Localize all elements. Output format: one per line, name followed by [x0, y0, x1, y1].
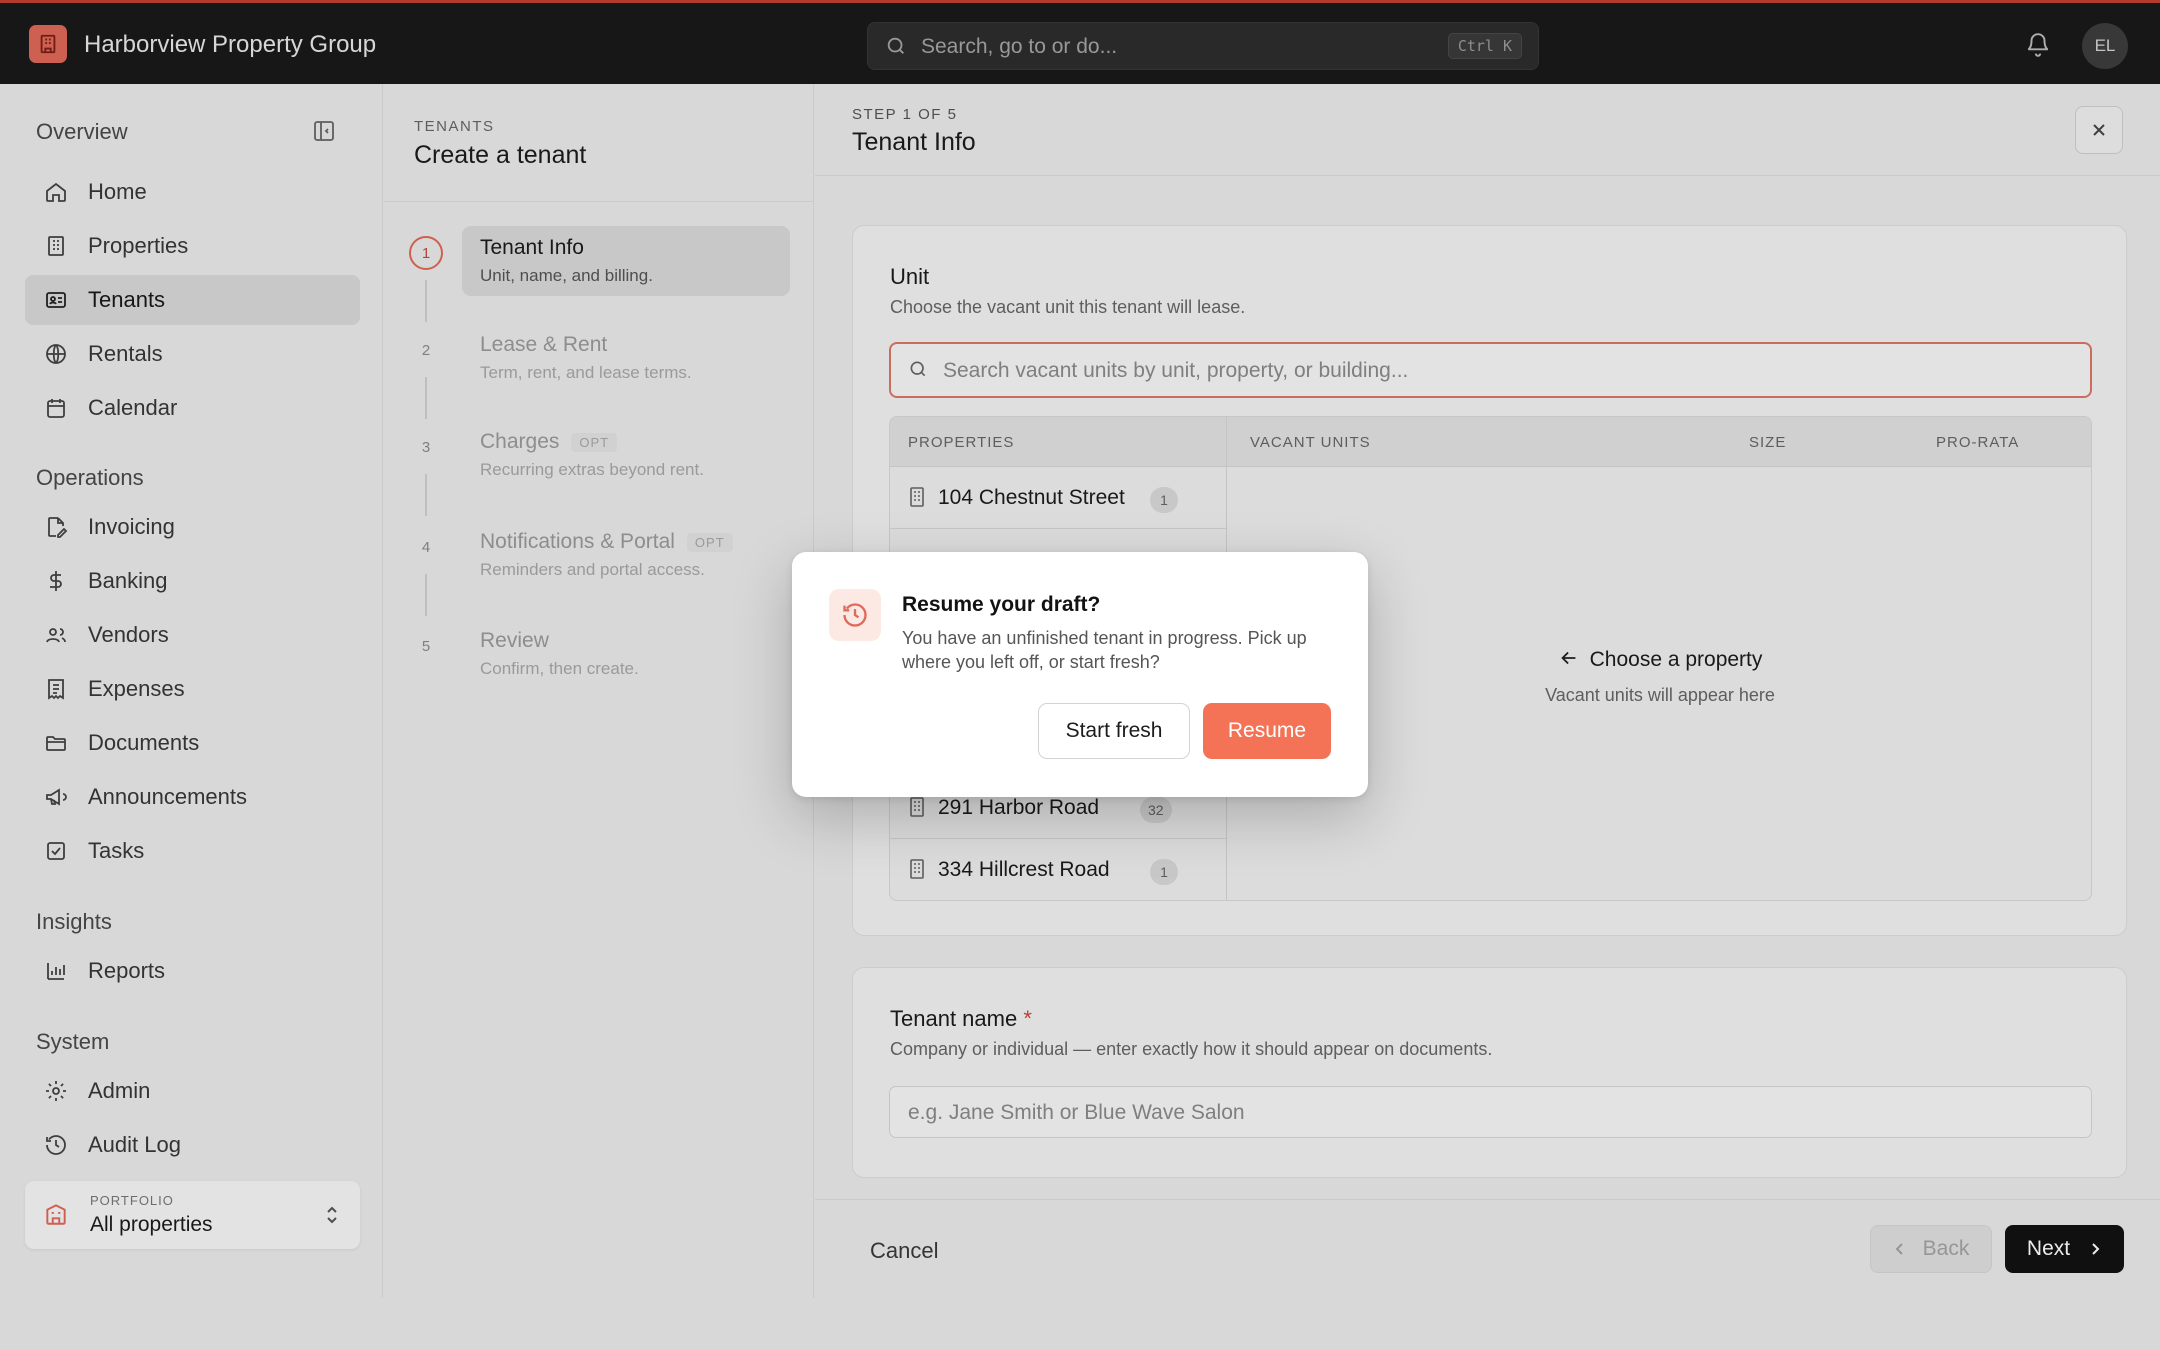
resume-draft-dialog: Resume your draft? You have an unfinishe… [792, 552, 1368, 797]
resume-button[interactable]: Resume [1203, 703, 1331, 759]
start-fresh-button[interactable]: Start fresh [1038, 703, 1190, 759]
dialog-title: Resume your draft? [902, 593, 1101, 616]
history-icon [829, 589, 881, 641]
dialog-body: You have an unfinished tenant in progres… [902, 628, 1307, 672]
